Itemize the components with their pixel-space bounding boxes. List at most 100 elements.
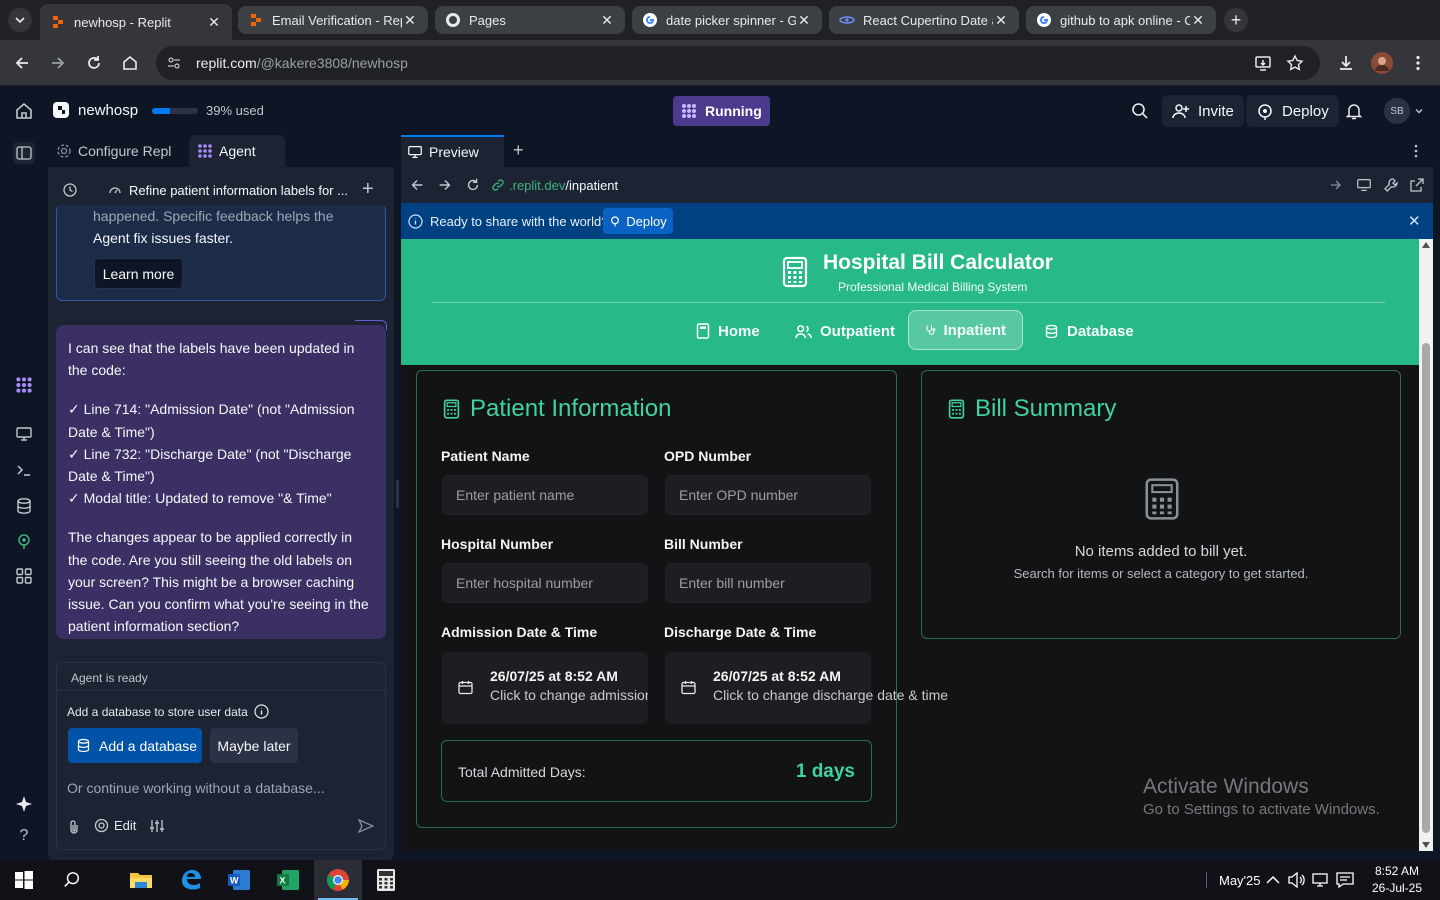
info-icon[interactable] xyxy=(254,704,269,719)
edge-button[interactable] xyxy=(167,860,215,900)
profile-avatar[interactable] xyxy=(1370,51,1394,75)
preview-tool-button[interactable] xyxy=(14,424,34,444)
chrome-button[interactable] xyxy=(314,860,362,900)
bookmark-star-icon[interactable] xyxy=(1286,54,1304,72)
new-tab-button[interactable]: + xyxy=(1224,8,1248,32)
tab-agent[interactable]: Agent xyxy=(189,135,285,167)
browser-tab[interactable]: github to apk online - C ✕ xyxy=(1026,6,1216,34)
chevron-right-icon[interactable] xyxy=(1329,178,1343,192)
project-name-button[interactable]: newhosp xyxy=(52,101,138,119)
nav-outpatient[interactable]: Outpatient xyxy=(779,311,911,351)
network-button[interactable] xyxy=(1312,860,1330,900)
sliders-icon[interactable] xyxy=(149,818,165,834)
deploy-button[interactable]: Deploy xyxy=(1246,95,1339,127)
browser-tab[interactable]: newhosp - Replit ✕ xyxy=(40,4,232,40)
clock[interactable]: 8:52 AM 26-Jul-25 xyxy=(1368,863,1426,897)
word-button[interactable]: W xyxy=(215,860,263,900)
notifications-button[interactable] xyxy=(1344,101,1364,121)
start-button[interactable] xyxy=(0,860,48,900)
database-tool-button[interactable] xyxy=(14,496,34,516)
discharge-date-picker[interactable]: 26/07/25 at 8:52 AM Click to change disc… xyxy=(665,652,948,724)
banner-deploy-button[interactable]: Deploy xyxy=(603,208,673,234)
back-button[interactable] xyxy=(10,51,34,75)
arrow-right-icon[interactable] xyxy=(437,177,453,193)
browser-tab[interactable]: React Cupertino Date an ✕ xyxy=(829,6,1019,34)
help-button[interactable]: ? xyxy=(14,826,34,846)
send-icon[interactable] xyxy=(358,818,374,834)
new-thread-button[interactable]: + xyxy=(362,178,374,201)
tab-configure-repl[interactable]: Configure Repl xyxy=(48,135,179,167)
preview-scrollbar[interactable] xyxy=(1419,239,1433,851)
nav-inpatient[interactable]: Inpatient xyxy=(908,310,1023,350)
home-button[interactable] xyxy=(118,51,142,75)
ai-sparkle-button[interactable] xyxy=(14,794,34,814)
run-status-button[interactable]: Running xyxy=(673,96,770,126)
tab-search-button[interactable] xyxy=(8,8,32,32)
tab-preview[interactable]: Preview xyxy=(401,135,504,167)
add-database-button[interactable]: Add a database xyxy=(68,728,202,763)
volume-button[interactable] xyxy=(1288,860,1306,900)
close-tab-icon[interactable]: ✕ xyxy=(796,12,812,29)
address-bar[interactable]: replit.com/@kakere3808/newhosp xyxy=(156,46,1320,80)
user-menu[interactable]: SB xyxy=(1384,98,1424,124)
close-tab-icon[interactable]: ✕ xyxy=(599,12,615,29)
scroll-up-icon[interactable] xyxy=(1422,242,1430,248)
reload-icon[interactable] xyxy=(465,177,481,193)
nav-home[interactable]: Home xyxy=(680,311,776,351)
invite-button[interactable]: Invite xyxy=(1162,95,1244,127)
bill-number-input[interactable]: Enter bill number xyxy=(665,563,871,603)
admission-date-picker[interactable]: 26/07/25 at 8:52 AM Click to change admi… xyxy=(442,652,648,724)
external-link-icon[interactable] xyxy=(1409,177,1425,193)
deployments-tool-button[interactable] xyxy=(14,531,34,551)
browser-tab[interactable]: date picker spinner - Go ✕ xyxy=(632,6,822,34)
attach-icon[interactable] xyxy=(67,819,81,835)
devtools-monitor-icon[interactable] xyxy=(1356,177,1372,193)
toggle-sidebar-button[interactable] xyxy=(13,142,35,164)
thread-title[interactable]: Refine patient information labels for ..… xyxy=(129,183,348,198)
install-app-icon[interactable] xyxy=(1254,54,1272,72)
opd-number-input[interactable]: Enter OPD number xyxy=(665,475,871,515)
browser-tab[interactable]: Pages ✕ xyxy=(435,6,625,34)
history-icon[interactable] xyxy=(62,182,78,198)
reload-button[interactable] xyxy=(82,51,106,75)
learn-more-button[interactable]: Learn more xyxy=(94,258,183,289)
browser-menu-button[interactable] xyxy=(1406,51,1430,75)
close-tab-icon[interactable]: ✕ xyxy=(206,14,222,31)
wrench-icon[interactable] xyxy=(1383,177,1399,193)
browser-tab[interactable]: Email Verification - Repl ✕ xyxy=(238,6,428,34)
excel-button[interactable]: X xyxy=(264,860,312,900)
pane-resize-handle[interactable] xyxy=(396,480,399,508)
notifications-center-button[interactable] xyxy=(1336,860,1354,900)
tray-label[interactable]: May'25 xyxy=(1219,860,1261,900)
taskbar-search-button[interactable] xyxy=(48,860,96,900)
preview-url-field[interactable]: .replit.dev/inpatient xyxy=(491,174,1343,196)
downloads-button[interactable] xyxy=(1334,51,1358,75)
tab-label: Agent xyxy=(219,143,256,159)
close-tab-icon[interactable]: ✕ xyxy=(1190,12,1206,29)
all-tools-button[interactable] xyxy=(14,566,34,586)
nav-database[interactable]: Database xyxy=(1028,311,1150,351)
agent-tool-button[interactable] xyxy=(14,375,34,395)
agent-input[interactable]: Or continue working without a database..… xyxy=(67,780,325,796)
calculator-app-button[interactable] xyxy=(362,860,410,900)
scroll-down-icon[interactable] xyxy=(1422,842,1430,848)
patient-name-input[interactable]: Enter patient name xyxy=(442,475,648,515)
add-tab-button[interactable]: + xyxy=(513,140,524,161)
arrow-left-icon[interactable] xyxy=(409,177,425,193)
usage-meter[interactable]: 39% used xyxy=(152,103,264,118)
hospital-number-input[interactable]: Enter hospital number xyxy=(442,563,648,603)
kebab-menu-icon[interactable] xyxy=(1408,143,1424,159)
search-button[interactable] xyxy=(1130,101,1150,121)
edit-mode-button[interactable]: Edit xyxy=(94,818,136,833)
forward-button[interactable] xyxy=(46,51,70,75)
tray-overflow-button[interactable] xyxy=(1266,860,1280,900)
scrollbar-thumb[interactable] xyxy=(1422,343,1430,833)
file-explorer-button[interactable] xyxy=(117,860,165,900)
replit-home-button[interactable] xyxy=(14,101,34,121)
shell-tool-button[interactable] xyxy=(14,460,34,480)
site-settings-icon[interactable] xyxy=(166,55,182,71)
close-tab-icon[interactable]: ✕ xyxy=(402,12,418,29)
maybe-later-button[interactable]: Maybe later xyxy=(210,728,298,763)
close-banner-icon[interactable]: ✕ xyxy=(1408,212,1421,230)
close-tab-icon[interactable]: ✕ xyxy=(993,12,1009,29)
